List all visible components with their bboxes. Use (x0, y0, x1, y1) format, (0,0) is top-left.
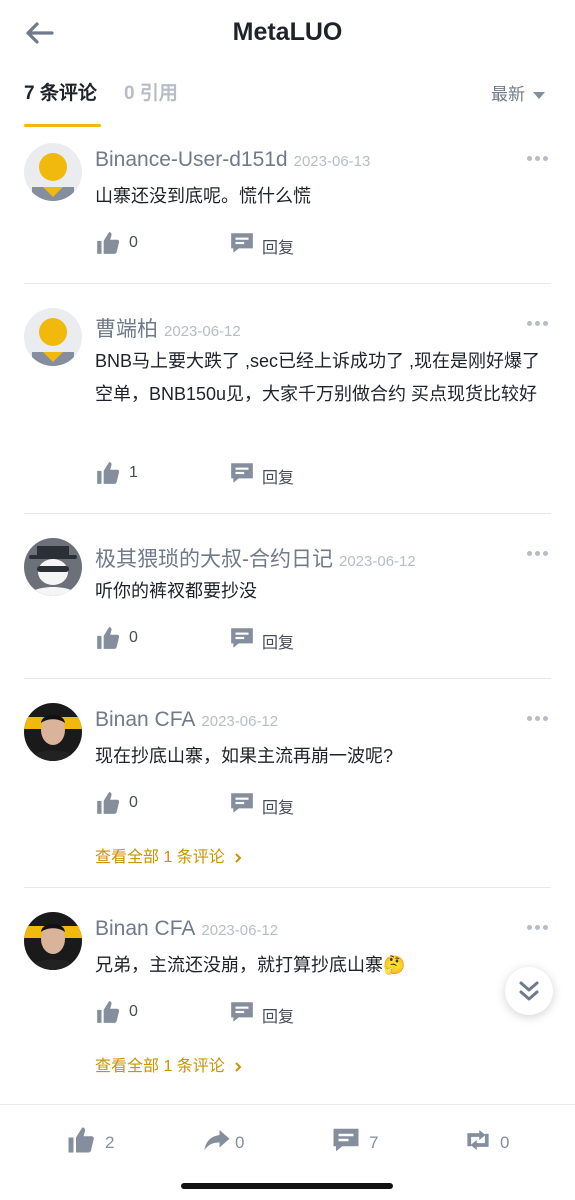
reply-button[interactable]: 回复 (229, 790, 294, 821)
comment-tabs: 7 条评论 0 引用 最新 (0, 70, 575, 128)
post-repost-count: 0 (500, 1133, 510, 1152)
like-button[interactable]: 1 (95, 460, 138, 491)
more-options-icon[interactable] (527, 716, 549, 722)
comment-actions: 0 回复 (95, 625, 495, 655)
comment-icon (231, 1002, 253, 1022)
post-comment-button[interactable]: 7 (331, 1125, 391, 1159)
like-button[interactable]: 0 (95, 230, 138, 261)
avatar[interactable] (24, 912, 82, 970)
tab-comments[interactable]: 7 条评论 (24, 78, 97, 105)
tab-quotes[interactable]: 0 引用 (124, 78, 178, 105)
reply-button[interactable]: 回复 (229, 460, 294, 491)
comment-text: 兄弟，主流还没崩，就打算抄底山寨🤔 (95, 955, 406, 975)
view-all-replies-link[interactable]: 查看全部 1 条评论 (95, 843, 243, 867)
view-all-replies-link[interactable]: 查看全部 1 条评论 (95, 1052, 243, 1076)
comment-text: 听你的裤衩都要抄没 (95, 581, 257, 601)
comment-date: 2023-06-12 (201, 922, 279, 939)
comment-icon (231, 628, 253, 648)
comment-text: BNB马上要大跌了 ,sec已经上诉成功了 ,现在是刚好爆了空单，BNB150u… (95, 351, 541, 404)
comment-item: Binan CFA 2023-06-12 现在抄底山寨，如果主流再崩一波呢? 0 … (0, 700, 575, 885)
comment-date: 2023-06-12 (164, 323, 241, 340)
divider (24, 887, 551, 888)
like-button[interactable]: 0 (95, 999, 138, 1030)
reply-label: 回复 (262, 470, 295, 487)
avatar[interactable] (24, 703, 82, 761)
like-button[interactable]: 0 (95, 625, 138, 656)
post-share-button[interactable]: 0 (202, 1125, 262, 1159)
comment-icon (231, 463, 253, 483)
reply-button[interactable]: 回复 (229, 625, 294, 656)
avatar[interactable] (24, 143, 82, 201)
like-count: 0 (129, 794, 138, 811)
reply-label: 回复 (262, 240, 295, 257)
chevron-right-icon (235, 1062, 242, 1072)
comment-author[interactable]: Binan CFA 2023-06-12 (95, 917, 278, 941)
chevron-right-icon (235, 853, 242, 863)
post-comment-count: 7 (369, 1133, 379, 1152)
comment-actions: 1 回复 (95, 460, 495, 490)
comment-item: Binan CFA 2023-06-12 兄弟，主流还没崩，就打算抄底山寨🤔 0 … (0, 909, 575, 1094)
avatar[interactable] (24, 538, 82, 596)
comment-text: 现在抄底山寨，如果主流再崩一波呢? (95, 746, 394, 766)
post-repost-button[interactable]: 0 (463, 1125, 523, 1159)
comment-author[interactable]: Binan CFA 2023-06-12 (95, 708, 278, 732)
more-options-icon[interactable] (527, 321, 549, 327)
divider (24, 678, 551, 679)
reply-button[interactable]: 回复 (229, 999, 294, 1030)
divider (24, 513, 551, 514)
comment-icon (231, 233, 253, 253)
top-nav-bar: MetaLUO (0, 0, 575, 70)
comment-icon (333, 1128, 359, 1152)
share-arrow-icon (204, 1130, 230, 1150)
thumbs-up-icon (97, 627, 120, 649)
reply-label: 回复 (262, 1009, 295, 1026)
like-count: 1 (129, 464, 138, 481)
thumbs-up-icon (97, 792, 120, 814)
comment-author[interactable]: 极其猥琐的大叔-合约日记 2023-06-12 (95, 543, 416, 573)
active-tab-indicator (24, 124, 101, 127)
post-like-button[interactable]: 2 (66, 1125, 126, 1159)
like-button[interactable]: 0 (95, 790, 138, 821)
like-count: 0 (129, 629, 138, 646)
divider (24, 283, 551, 284)
comment-author[interactable]: Binance-User-d151d 2023-06-13 (95, 148, 370, 172)
caret-down-icon (533, 92, 545, 100)
comment-author[interactable]: 曹端柏 2023-06-12 (95, 313, 241, 343)
comment-item: 曹端柏 2023-06-12 BNB马上要大跌了 ,sec已经上诉成功了 ,现在是… (0, 305, 575, 515)
thumbs-up-icon (97, 1001, 120, 1023)
scroll-down-button[interactable] (505, 967, 553, 1015)
comment-text: 山寨还没到底呢。慌什么慌 (95, 186, 311, 206)
comment-actions: 0 回复 (95, 790, 495, 820)
sort-dropdown[interactable]: 最新 (491, 80, 545, 105)
post-like-count: 2 (105, 1133, 115, 1152)
reply-label: 回复 (262, 635, 295, 652)
more-options-icon[interactable] (527, 156, 549, 162)
more-options-icon[interactable] (527, 551, 549, 557)
reply-label: 回复 (262, 800, 295, 817)
repost-icon (467, 1130, 489, 1150)
comment-date: 2023-06-12 (339, 553, 416, 570)
thumbs-up-icon (68, 1127, 94, 1153)
avatar[interactable] (24, 308, 82, 366)
like-count: 0 (129, 1003, 138, 1020)
double-chevron-down-icon (519, 981, 539, 1001)
sort-label: 最新 (491, 85, 525, 104)
post-share-count: 0 (235, 1133, 245, 1152)
comment-date: 2023-06-12 (201, 713, 279, 730)
comment-icon (231, 793, 253, 813)
home-indicator (181, 1183, 393, 1189)
page-title: MetaLUO (232, 18, 343, 46)
comment-item: Binance-User-d151d 2023-06-13 山寨还没到底呢。慌什么… (0, 140, 575, 285)
thumbs-up-icon (97, 462, 120, 484)
comment-actions: 0 回复 (95, 999, 495, 1029)
comment-date: 2023-06-13 (293, 153, 371, 170)
comment-actions: 0 回复 (95, 230, 495, 260)
more-options-icon[interactable] (527, 925, 549, 931)
reply-button[interactable]: 回复 (229, 230, 294, 261)
comment-item: 极其猥琐的大叔-合约日记 2023-06-12 听你的裤衩都要抄没 0 回复 (0, 535, 575, 680)
thumbs-up-icon (97, 232, 120, 254)
like-count: 0 (129, 234, 138, 251)
